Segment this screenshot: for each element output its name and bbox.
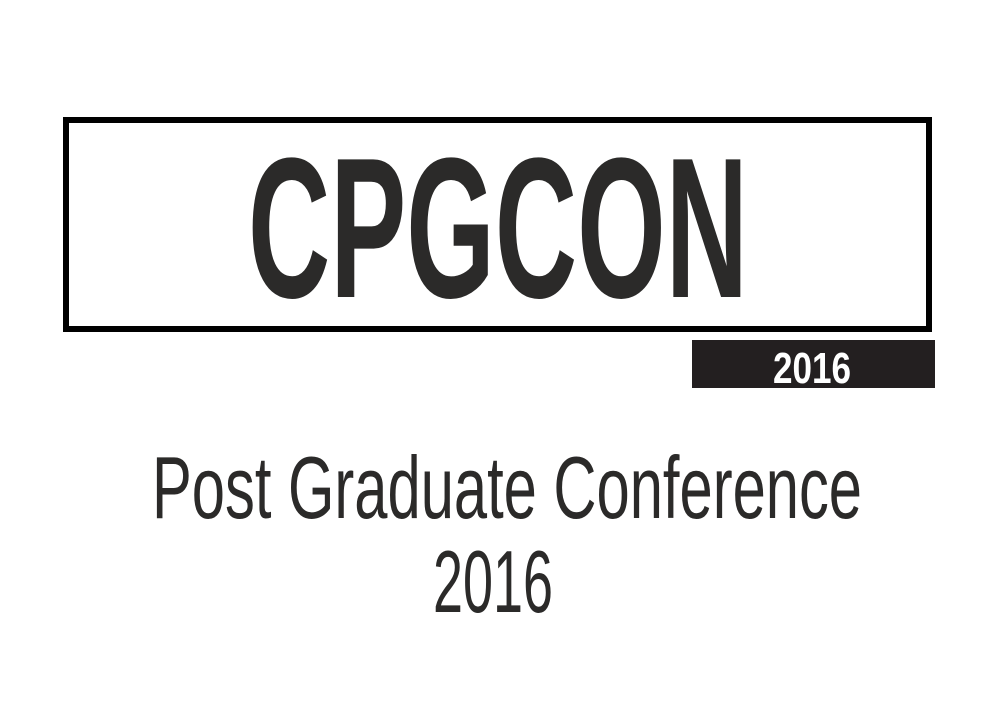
- poster-canvas: CPGCON 2016 Post Graduate Conference 201…: [63, 117, 935, 631]
- subtitle-line1: Post Graduate Conference: [152, 438, 862, 537]
- year-badge-text: 2016: [773, 344, 851, 393]
- logo-title: CPGCON: [248, 117, 748, 340]
- subtitle-line2: 2016: [433, 532, 553, 631]
